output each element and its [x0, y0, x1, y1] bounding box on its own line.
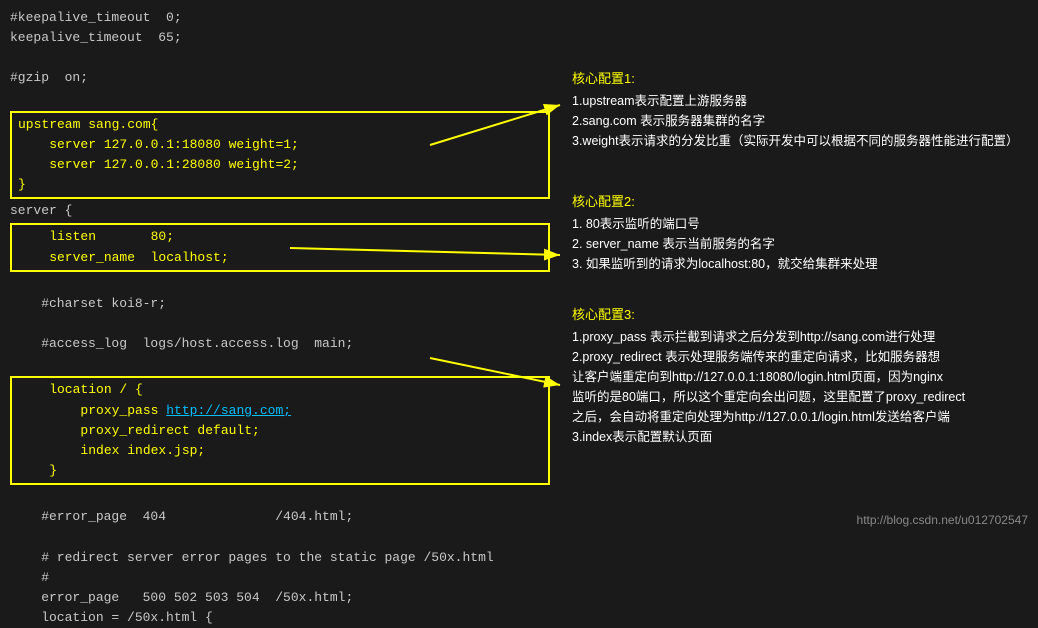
annotation-section1: 核心配置1: 1.upstream表示配置上游服务器 2.sang.com 表示…	[572, 68, 1026, 151]
blank3	[10, 274, 550, 294]
location-block: location / { proxy_pass http://sang.com;…	[10, 376, 550, 485]
annotation-item3-3: 让客户端重定向到http://127.0.0.1:18080/login.htm…	[572, 367, 1026, 387]
location-line5: }	[18, 461, 542, 481]
annotation-item2-3: 3. 如果监听到的请求为localhost:80，就交给集群来处理	[572, 254, 1026, 274]
charset-line: #charset koi8-r;	[10, 294, 550, 314]
upstream-line1: upstream sang.com{	[18, 115, 542, 135]
listen-line1: listen 80;	[18, 227, 542, 247]
annotation-panel: 核心配置1: 1.upstream表示配置上游服务器 2.sang.com 表示…	[560, 0, 1038, 535]
annotation-item1-3: 3.weight表示请求的分发比重（实际开发中可以根据不同的服务器性能进行配置）	[572, 131, 1026, 151]
access-log-line: #access_log logs/host.access.log main;	[10, 334, 550, 354]
annotation-title1: 核心配置1:	[572, 68, 1026, 87]
annotation-title3: 核心配置3:	[572, 304, 1026, 323]
blank4	[10, 314, 550, 334]
location-line1: location / {	[18, 380, 542, 400]
code-line-keepalive-comment: #keepalive_timeout 0;	[10, 8, 550, 28]
annotation-item3-2: 2.proxy_redirect 表示处理服务端传来的重定向请求，比如服务器想	[572, 347, 1026, 367]
upstream-block: upstream sang.com{ server 127.0.0.1:1808…	[10, 111, 550, 200]
annotation-item3-4: 监听的是80端口，所以这个重定向会出问题，这里配置了proxy_redirect	[572, 387, 1026, 407]
redirect-comment1: # redirect server error pages to the sta…	[10, 548, 550, 568]
listen-block: listen 80; server_name localhost;	[10, 223, 550, 271]
upstream-line4: }	[18, 175, 542, 195]
redirect-comment2: #	[10, 568, 550, 588]
blank6	[10, 487, 550, 507]
location-line4: index index.jsp;	[18, 441, 542, 461]
annotation-item3-5: 之后，会自动将重定向处理为http://127.0.0.1/login.html…	[572, 407, 1026, 427]
annotation-item3-1: 1.proxy_pass 表示拦截到请求之后分发到http://sang.com…	[572, 327, 1026, 347]
code-line-blank1	[10, 48, 550, 68]
code-line-keepalive: keepalive_timeout 65;	[10, 28, 550, 48]
annotation-item1-1: 1.upstream表示配置上游服务器	[572, 91, 1026, 111]
annotation-item3-6: 3.index表示配置默认页面	[572, 427, 1026, 447]
annotation-section3: 核心配置3: 1.proxy_pass 表示拦截到请求之后分发到http://s…	[572, 304, 1026, 447]
watermark: http://blog.csdn.net/u012702547	[857, 513, 1028, 527]
location-line2: proxy_pass http://sang.com;	[18, 401, 542, 421]
code-line-blank2	[10, 89, 550, 109]
server-name-line: server_name localhost;	[18, 248, 542, 268]
annotation-item2-1: 1. 80表示监听的端口号	[572, 214, 1026, 234]
main-container: #keepalive_timeout 0; keepalive_timeout …	[0, 0, 1038, 535]
blank7	[10, 527, 550, 547]
annotation-item1-2: 2.sang.com 表示服务器集群的名字	[572, 111, 1026, 131]
location-50x: location = /50x.html {	[10, 608, 550, 628]
error-page-404: #error_page 404 /404.html;	[10, 507, 550, 527]
location-line3: proxy_redirect default;	[18, 421, 542, 441]
annotation-section2: 核心配置2: 1. 80表示监听的端口号 2. server_name 表示当前…	[572, 191, 1026, 274]
code-panel: #keepalive_timeout 0; keepalive_timeout …	[0, 0, 560, 535]
annotation-item2-2: 2. server_name 表示当前服务的名字	[572, 234, 1026, 254]
error-page-50x: error_page 500 502 503 504 /50x.html;	[10, 588, 550, 608]
upstream-line3: server 127.0.0.1:28080 weight=2;	[18, 155, 542, 175]
code-line-gzip: #gzip on;	[10, 68, 550, 88]
blank5	[10, 354, 550, 374]
annotation-title2: 核心配置2:	[572, 191, 1026, 210]
server-start: server {	[10, 201, 550, 221]
proxy-pass-link: http://sang.com;	[166, 403, 291, 418]
upstream-line2: server 127.0.0.1:18080 weight=1;	[18, 135, 542, 155]
